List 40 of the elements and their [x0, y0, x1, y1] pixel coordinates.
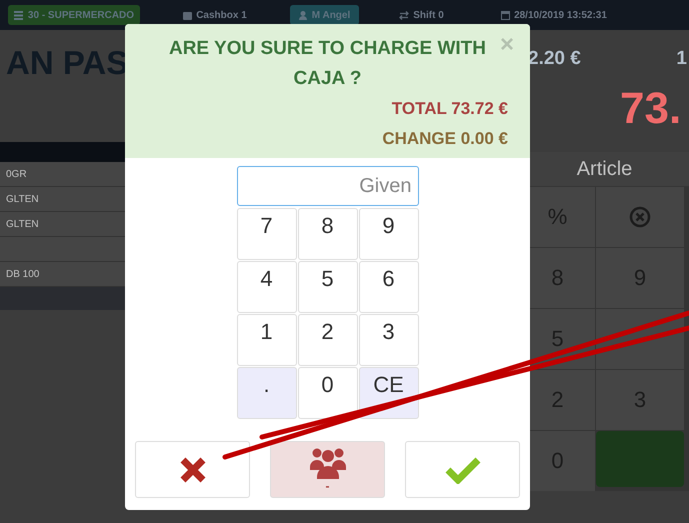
total-text: TOTAL 73.72 €: [392, 98, 508, 120]
ticket-item: 0GR: [6, 168, 27, 180]
confirm-button[interactable]: [405, 441, 520, 498]
check-icon: [444, 456, 480, 484]
total-amount: 73.: [619, 83, 682, 135]
user-name: M Angel: [312, 10, 350, 20]
keypad-key[interactable]: .: [236, 367, 296, 419]
cancel-button[interactable]: [135, 441, 250, 498]
store-name: 30 - SUPERMERCADO: [28, 10, 134, 20]
exchange-icon: [399, 10, 410, 20]
ticket-item: GLTEN: [6, 218, 39, 230]
keypad-key[interactable]: 3: [358, 314, 418, 366]
ticket-item: DB 100: [6, 268, 40, 280]
date-time: 28/10/2019 13:52:31: [514, 10, 607, 20]
dialog-title: ARE YOU SURE TO CHARGE WITH CAJA ?: [168, 37, 488, 91]
keypad-key[interactable]: 8: [298, 208, 358, 260]
keypad-key[interactable]: [596, 187, 684, 247]
given-field[interactable]: Given: [236, 166, 418, 206]
cancel-circle-icon: [629, 206, 651, 228]
cross-icon: [178, 454, 208, 484]
price-text: 2.20 €: [528, 48, 581, 70]
user-icon: [298, 10, 307, 20]
list-icon: [14, 10, 23, 20]
customer-button[interactable]: -: [270, 441, 385, 498]
quantity-text: 1: [676, 48, 687, 70]
cashbox-label: Cashbox 1: [196, 10, 247, 20]
keypad-key[interactable]: 1: [236, 314, 296, 366]
change-text: CHANGE 0.00 €: [382, 128, 508, 150]
keypad-key[interactable]: 2: [298, 314, 358, 366]
keypad-key[interactable]: 4: [236, 261, 296, 313]
action-button[interactable]: [596, 431, 684, 487]
keypad-key[interactable]: 9: [358, 208, 418, 260]
keypad-key[interactable]: 5: [298, 261, 358, 313]
keypad-key[interactable]: 6: [358, 261, 418, 313]
keypad-key[interactable]: 7: [236, 208, 296, 260]
calendar-icon: [501, 10, 510, 20]
keypad-key[interactable]: 0: [298, 367, 358, 419]
people-icon: [308, 446, 346, 478]
ticket-item: GLTEN: [6, 194, 39, 204]
shift-label: Shift 0: [413, 10, 444, 20]
